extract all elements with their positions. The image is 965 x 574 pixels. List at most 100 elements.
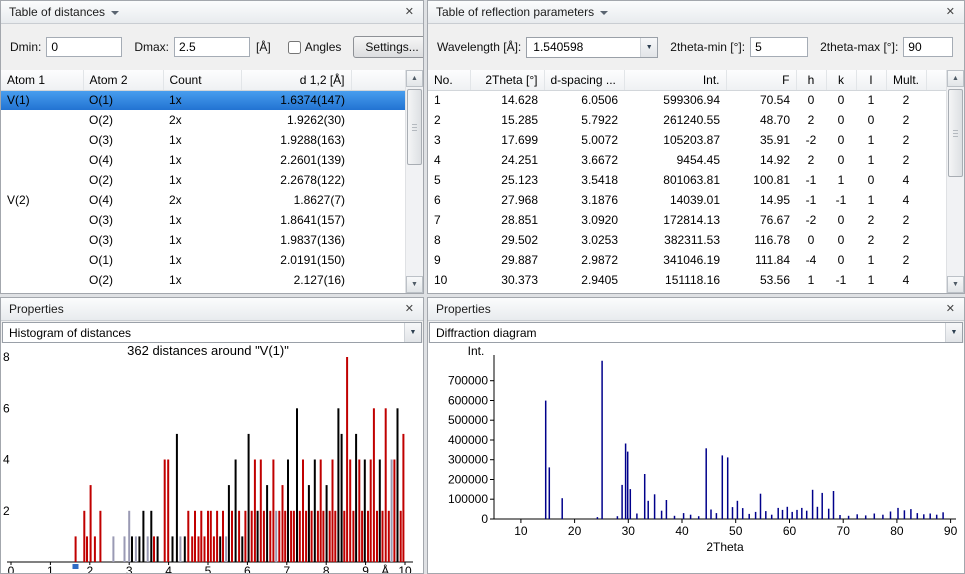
column-header-d12[interactable]: d 1,2 [Å] — [241, 70, 351, 90]
histogram-bar — [263, 511, 265, 562]
column-header-dspacing[interactable]: d-spacing ... — [544, 70, 624, 90]
table-cell: 2.127(16) — [241, 270, 351, 290]
histogram-bar — [308, 485, 310, 562]
x-tick-label: 20 — [568, 524, 582, 538]
dmin-input[interactable] — [46, 37, 122, 57]
table-row[interactable]: 1030.3732.9405151118.1653.561-114 — [428, 270, 947, 290]
column-header-f[interactable]: F — [726, 70, 796, 90]
histogram-bar — [275, 511, 277, 562]
histogram-bar — [397, 408, 399, 562]
table-row[interactable]: O(2)2x1.9262(30) — [1, 110, 406, 130]
histogram-titlebar[interactable]: Properties ✕ — [1, 298, 423, 321]
table-cell: 9 — [428, 250, 470, 270]
wavelength-combobox[interactable]: 1.540598 ▼ — [526, 37, 658, 58]
histogram-bar — [287, 460, 289, 563]
table-cell: 2.2678(122) — [241, 170, 351, 190]
y-tick-label: 0 — [481, 512, 488, 526]
table-cell — [926, 190, 947, 210]
column-header-k[interactable]: k — [826, 70, 856, 90]
table-row[interactable]: 317.6995.0072105203.8735.91-2012 — [428, 130, 947, 150]
table-row[interactable]: O(3)1x1.9837(136) — [1, 230, 406, 250]
table-cell: V(2) — [1, 190, 83, 210]
table-cell — [1, 270, 83, 290]
scroll-up-button[interactable]: ▲ — [406, 70, 423, 87]
2theta-min-input[interactable] — [750, 37, 808, 57]
histogram-bar — [272, 460, 274, 563]
x-tick-label: 7 — [283, 564, 290, 573]
distances-vertical-scrollbar[interactable]: ▲ ▼ — [405, 70, 423, 293]
column-header-l[interactable]: l — [856, 70, 886, 90]
scrollbar-thumb[interactable] — [948, 89, 963, 177]
table-cell — [351, 90, 406, 110]
close-icon[interactable]: ✕ — [943, 6, 958, 19]
column-header-2theta[interactable]: 2Theta [°] — [470, 70, 544, 90]
scroll-down-button[interactable]: ▼ — [406, 276, 423, 293]
angles-checkbox[interactable] — [288, 41, 301, 54]
chevron-down-icon[interactable]: ▼ — [945, 323, 962, 342]
table-row[interactable]: O(3)1x1.8641(157) — [1, 210, 406, 230]
panel-menu-caret-icon[interactable] — [111, 11, 119, 15]
column-header-no[interactable]: No. — [428, 70, 470, 90]
table-cell — [926, 170, 947, 190]
distances-titlebar[interactable]: Table of distances ✕ — [1, 1, 423, 24]
properties-view-selector[interactable]: Histogram of distances ▼ — [2, 322, 422, 343]
column-header-h[interactable]: h — [796, 70, 826, 90]
dmax-input[interactable] — [174, 37, 250, 57]
panel-menu-caret-icon[interactable] — [600, 11, 608, 15]
table-row[interactable]: O(2)1x2.127(16) — [1, 270, 406, 290]
chevron-down-icon[interactable]: ▼ — [404, 323, 421, 342]
histogram-bar — [329, 511, 331, 562]
table-row[interactable]: 728.8513.0920172814.1376.67-2022 — [428, 210, 947, 230]
histogram-bar — [349, 460, 351, 563]
scrollbar-thumb[interactable] — [407, 89, 422, 165]
close-icon[interactable]: ✕ — [402, 303, 417, 316]
column-header-int[interactable]: Int. — [624, 70, 726, 90]
table-row[interactable]: O(4)1x2.2601(139) — [1, 150, 406, 170]
histogram-bar — [131, 536, 133, 562]
table-row[interactable]: 114.6286.0506599306.9470.540012 — [428, 90, 947, 110]
histogram-bar — [75, 536, 77, 562]
table-row[interactable]: 929.8872.9872341046.19111.84-4012 — [428, 250, 947, 270]
scroll-down-button[interactable]: ▼ — [947, 276, 964, 293]
table-row[interactable]: 525.1233.5418801063.81100.81-1104 — [428, 170, 947, 190]
x-tick-label: 2 — [86, 564, 93, 573]
table-row[interactable]: 424.2513.66729454.4514.922012 — [428, 150, 947, 170]
reflections-table-body: 114.6286.0506599306.9470.540012215.2855.… — [428, 90, 947, 290]
column-header-mult[interactable]: Mult. — [886, 70, 926, 90]
table-row[interactable]: O(2)1x2.2678(122) — [1, 170, 406, 190]
table-cell — [351, 130, 406, 150]
histogram-bar — [260, 460, 262, 563]
table-cell — [351, 110, 406, 130]
close-icon[interactable]: ✕ — [402, 6, 417, 19]
column-header-atom1[interactable]: Atom 1 — [1, 70, 83, 90]
column-header-atom2[interactable]: Atom 2 — [83, 70, 163, 90]
properties-view-selector[interactable]: Diffraction diagram ▼ — [429, 322, 963, 343]
reflections-vertical-scrollbar[interactable]: ▲ ▼ — [946, 70, 964, 293]
table-row[interactable]: V(1)O(1)1x1.6374(147) — [1, 90, 406, 110]
close-icon[interactable]: ✕ — [943, 303, 958, 316]
histogram-bar — [219, 536, 221, 562]
table-row[interactable]: V(2)O(4)2x1.8627(7) — [1, 190, 406, 210]
table-row[interactable]: 215.2855.7922261240.5548.702002 — [428, 110, 947, 130]
histogram-bar — [83, 511, 85, 562]
2theta-max-input[interactable] — [903, 37, 953, 57]
scroll-up-button[interactable]: ▲ — [947, 70, 964, 87]
table-cell: 5.0072 — [544, 130, 624, 150]
table-cell: 1x — [163, 250, 241, 270]
chevron-down-icon[interactable]: ▼ — [640, 38, 657, 57]
diffraction-titlebar[interactable]: Properties ✕ — [428, 298, 964, 321]
histogram-chart-area: 362 distances around "V(1)"2468012345678… — [1, 343, 423, 573]
column-header-count[interactable]: Count — [163, 70, 241, 90]
table-cell: 2 — [886, 90, 926, 110]
settings-button[interactable]: Settings... — [353, 36, 424, 58]
table-row[interactable]: O(1)1x2.0191(150) — [1, 250, 406, 270]
reflections-titlebar[interactable]: Table of reflection parameters ✕ — [428, 1, 964, 24]
table-row[interactable]: O(3)1x1.9288(163) — [1, 130, 406, 150]
table-cell: 35.91 — [726, 130, 796, 150]
table-row[interactable]: 627.9683.187614039.0114.95-1-114 — [428, 190, 947, 210]
table-cell: 4 — [428, 150, 470, 170]
distances-table-area: Atom 1 Atom 2 Count d 1,2 [Å] V(1)O(1)1x… — [1, 70, 423, 293]
table-cell: 6.0506 — [544, 90, 624, 110]
table-cell: 1 — [856, 150, 886, 170]
table-row[interactable]: 829.5023.0253382311.53116.780022 — [428, 230, 947, 250]
